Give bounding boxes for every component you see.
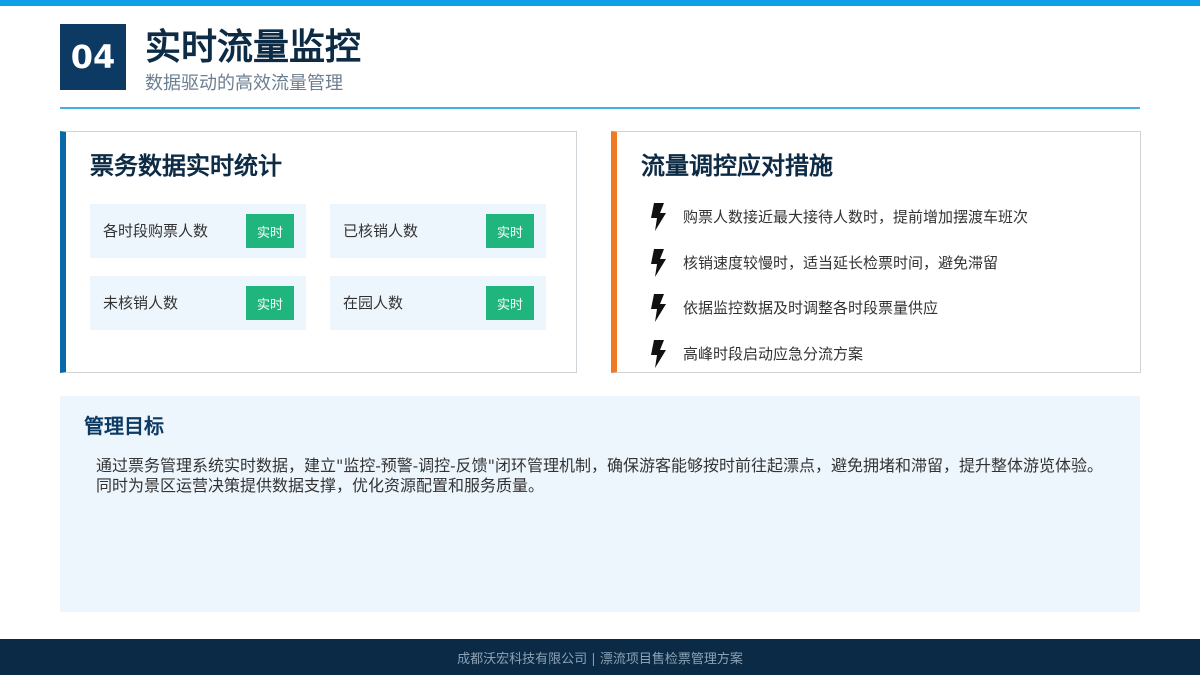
page-title: 实时流量监控 bbox=[145, 26, 362, 68]
top-accent-bar bbox=[0, 0, 1200, 6]
lightning-bolt-icon bbox=[651, 294, 666, 322]
stat-label: 在园人数 bbox=[343, 294, 404, 312]
footer-text: 成都沃宏科技有限公司 | 漂流项目售检票管理方案 bbox=[457, 651, 743, 667]
lightning-bolt-icon bbox=[651, 249, 666, 277]
list-item: 核销速度较慢时，适当延长检票时间，避免滞留 bbox=[647, 248, 1127, 278]
management-goal-panel: 管理目标 通过票务管理系统实时数据，建立"监控-预警-调控-反馈"闭环管理机制，… bbox=[60, 396, 1140, 612]
footer-bar: 成都沃宏科技有限公司 | 漂流项目售检票管理方案 bbox=[0, 639, 1200, 675]
ticket-stats-title: 票务数据实时统计 bbox=[90, 151, 282, 180]
management-goal-title: 管理目标 bbox=[84, 414, 164, 438]
realtime-badge: 实时 bbox=[246, 286, 294, 320]
measure-text: 购票人数接近最大接待人数时，提前增加摆渡车班次 bbox=[683, 208, 1029, 226]
list-item: 购票人数接近最大接待人数时，提前增加摆渡车班次 bbox=[647, 202, 1127, 232]
management-goal-text: 通过票务管理系统实时数据，建立"监控-预警-调控-反馈"闭环管理机制，确保游客能… bbox=[96, 456, 1103, 495]
stat-item: 在园人数 实时 bbox=[330, 276, 546, 330]
flow-control-card: 流量调控应对措施 购票人数接近最大接待人数时，提前增加摆渡车班次 核销速度较慢时… bbox=[611, 131, 1141, 373]
stat-label: 已核销人数 bbox=[343, 222, 419, 240]
stat-item: 未核销人数 实时 bbox=[90, 276, 306, 330]
stat-label: 未核销人数 bbox=[103, 294, 179, 312]
realtime-badge: 实时 bbox=[246, 214, 294, 248]
section-number-badge: 04 bbox=[60, 24, 126, 90]
lightning-bolt-icon bbox=[651, 340, 666, 368]
measure-text: 核销速度较慢时，适当延长检票时间，避免滞留 bbox=[683, 254, 999, 272]
ticket-stats-card: 票务数据实时统计 各时段购票人数 实时 已核销人数 实时 未核销人数 实时 在园… bbox=[60, 131, 577, 373]
page-subtitle: 数据驱动的高效流量管理 bbox=[145, 73, 343, 94]
lightning-bolt-icon bbox=[651, 203, 666, 231]
stat-label: 各时段购票人数 bbox=[103, 222, 209, 240]
stat-item: 已核销人数 实时 bbox=[330, 204, 546, 258]
title-divider bbox=[60, 107, 1140, 109]
list-item: 高峰时段启动应急分流方案 bbox=[647, 339, 1127, 369]
flow-control-title: 流量调控应对措施 bbox=[641, 151, 833, 180]
stat-item: 各时段购票人数 实时 bbox=[90, 204, 306, 258]
realtime-badge: 实时 bbox=[486, 214, 534, 248]
measure-text: 依据监控数据及时调整各时段票量供应 bbox=[683, 299, 939, 317]
list-item: 依据监控数据及时调整各时段票量供应 bbox=[647, 293, 1127, 323]
measure-text: 高峰时段启动应急分流方案 bbox=[683, 345, 864, 363]
realtime-badge: 实时 bbox=[486, 286, 534, 320]
